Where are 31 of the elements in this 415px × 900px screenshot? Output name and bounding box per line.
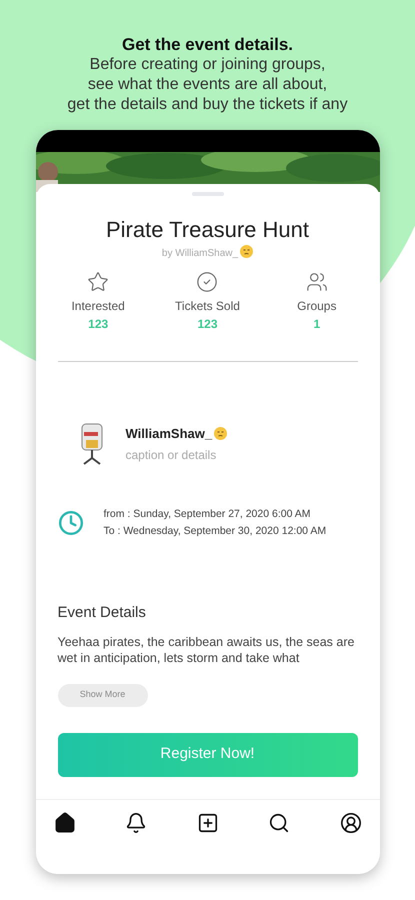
- star-icon: [87, 271, 110, 293]
- stat-label: Groups: [297, 298, 336, 315]
- profile-icon[interactable]: [340, 812, 362, 834]
- headline: Get the event details.: [122, 34, 293, 55]
- check-icon: [196, 271, 218, 293]
- register-button[interactable]: Register Now!: [58, 732, 358, 776]
- end-date: To : Wednesday, September 30, 2020 12:00 AM: [104, 524, 326, 539]
- stat-label: Tickets Sold: [175, 298, 240, 315]
- bell-icon[interactable]: [125, 812, 147, 834]
- subtitle-line: Before creating or joining groups,: [90, 55, 326, 75]
- home-icon[interactable]: [54, 812, 76, 834]
- event-description: Yeehaa pirates, the caribbean awaits us, the seas are wet in anticipation, lets storm and take what: [58, 634, 356, 666]
- start-date: from : Sunday, September 27, 2020 6:00 AM: [104, 507, 312, 522]
- section-heading: Event Details: [58, 603, 147, 623]
- stat-label: Interested: [71, 298, 125, 315]
- stat-value: 123: [88, 316, 108, 333]
- subtitle-line: get the details and buy the tickets if any: [67, 95, 348, 115]
- stat-value: 123: [197, 316, 218, 333]
- add-icon[interactable]: [196, 812, 218, 834]
- byline: by WilliamShaw_: [162, 248, 238, 259]
- emoji-icon: [214, 427, 228, 440]
- organizer-name: WilliamShaw_: [126, 426, 212, 442]
- organizer-caption: caption or details: [126, 446, 218, 464]
- clock-icon: [58, 510, 84, 536]
- subtitle-line: see what the events are all about,: [88, 75, 328, 95]
- event-title: Pirate Treasure Hunt: [105, 216, 310, 244]
- stat-value: 1: [313, 316, 320, 333]
- users-icon: [306, 271, 328, 293]
- search-icon[interactable]: [268, 812, 290, 834]
- show-more-button[interactable]: Show More: [58, 684, 148, 706]
- emoji-icon: [240, 245, 254, 258]
